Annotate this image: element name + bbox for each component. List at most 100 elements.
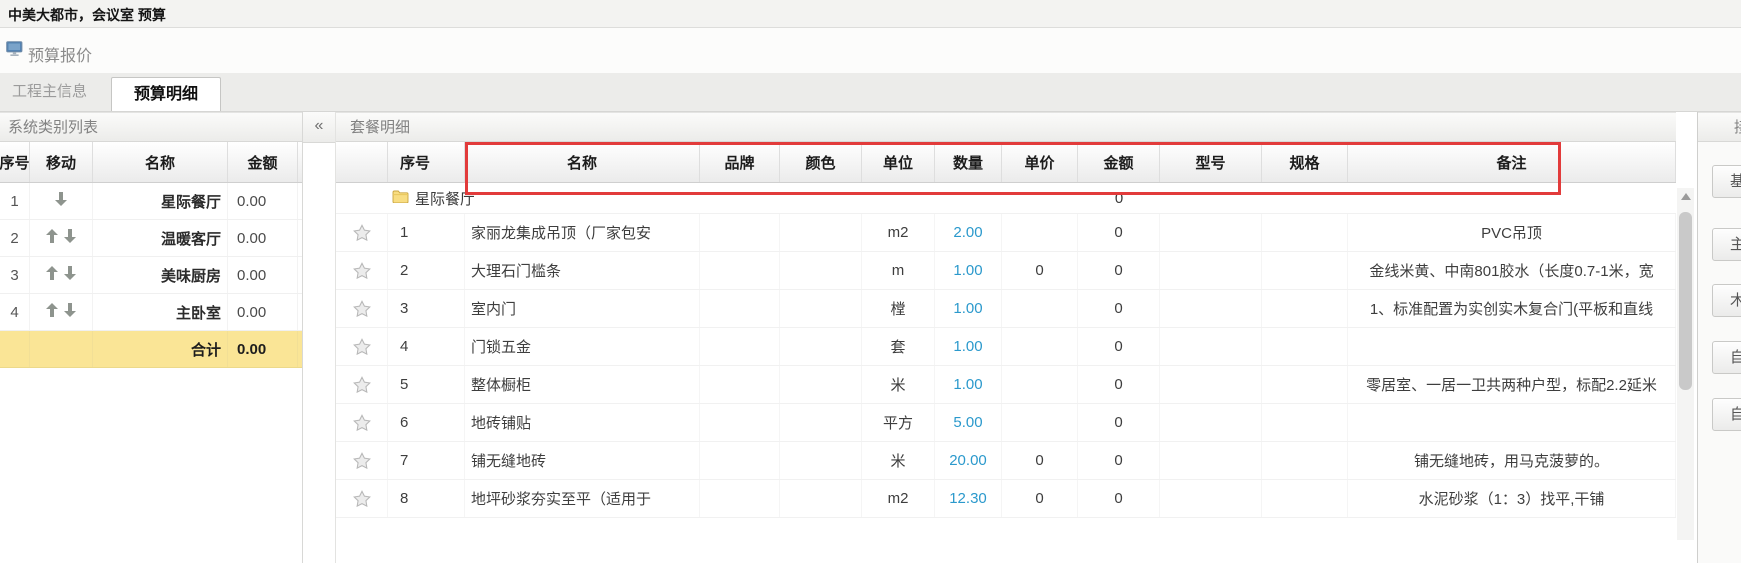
cell-qty: 2.00 [935, 214, 1002, 251]
package-detail-panel: 套餐明细 序号名称品牌颜色单位数量单价金额型号规格备注 星际餐厅 0 1家丽龙集… [336, 112, 1676, 563]
item-row[interactable]: 8地坪砂浆夯实至平（适用于m212.3000水泥砂浆（1：3）找平,干铺 [336, 480, 1676, 518]
tab-inactive[interactable]: 工程主信息 [12, 80, 87, 101]
item-row[interactable]: 4门锁五金套1.000 [336, 328, 1676, 366]
monitor-icon [6, 41, 23, 62]
column-header[interactable]: 单位 [862, 142, 935, 182]
column-header[interactable]: 序号 [388, 142, 465, 182]
favorite-star-icon[interactable] [336, 442, 388, 479]
side-action-button[interactable]: 基 [1712, 165, 1741, 198]
vertical-scrollbar[interactable] [1677, 188, 1694, 540]
column-header[interactable]: 数量 [935, 142, 1002, 182]
cell-spec [1262, 214, 1348, 251]
move-up-icon[interactable] [45, 302, 59, 322]
favorite-star-icon[interactable] [336, 290, 388, 327]
cell-no: 6 [388, 404, 465, 441]
move-buttons[interactable] [30, 183, 93, 219]
cell-model [1160, 328, 1262, 365]
column-header[interactable]: 金额 [1078, 142, 1160, 182]
cell-no: 5 [388, 366, 465, 403]
cell-spec [1262, 328, 1348, 365]
favorite-star-icon[interactable] [336, 328, 388, 365]
side-action-button[interactable]: 自 [1712, 341, 1741, 374]
cell-price [1002, 214, 1078, 251]
cell-color [780, 252, 862, 289]
move-buttons[interactable] [30, 257, 93, 293]
cell-model [1160, 214, 1262, 251]
category-row[interactable]: 3美味厨房0.00 [0, 257, 302, 294]
category-name: 美味厨房 [93, 257, 228, 293]
main-grid-header: 序号名称品牌颜色单位数量单价金额型号规格备注 [336, 142, 1676, 183]
cell-model [1160, 252, 1262, 289]
column-header[interactable]: 移动 [30, 142, 93, 182]
cell-color [780, 442, 862, 479]
cell-model [1160, 290, 1262, 327]
column-header[interactable]: 品牌 [700, 142, 780, 182]
cell-name: 地坪砂浆夯实至平（适用于 [465, 480, 700, 517]
favorite-star-icon[interactable] [336, 480, 388, 517]
cell-amount: 0 [1078, 328, 1160, 365]
cell-model [1160, 480, 1262, 517]
move-down-icon[interactable] [54, 191, 68, 211]
item-row[interactable]: 1家丽龙集成吊顶（厂家包安m22.000PVC吊顶 [336, 214, 1676, 252]
category-row[interactable]: 2温暖客厅0.00 [0, 220, 302, 257]
cell-brand [700, 290, 780, 327]
cell-color [780, 290, 862, 327]
folder-icon [392, 190, 409, 207]
column-header[interactable]: 型号 [1160, 142, 1262, 182]
column-header[interactable]: 备注 [1348, 142, 1676, 182]
column-header[interactable]: 名称 [93, 142, 228, 182]
category-amount: 0.00 [228, 220, 298, 256]
move-up-icon[interactable] [45, 228, 59, 248]
group-row[interactable]: 星际餐厅 0 [336, 183, 1676, 214]
cell-brand [700, 252, 780, 289]
favorite-star-icon[interactable] [336, 214, 388, 251]
cell-spec [1262, 442, 1348, 479]
column-header[interactable]: 规格 [1262, 142, 1348, 182]
scrollbar-thumb[interactable] [1679, 212, 1692, 390]
category-row[interactable]: 1星际餐厅0.00 [0, 183, 302, 220]
move-buttons[interactable] [30, 220, 93, 256]
cell-remark: 水泥砂浆（1：3）找平,干铺 [1348, 480, 1676, 517]
column-header[interactable]: 单价 [1002, 142, 1078, 182]
move-down-icon[interactable] [63, 265, 77, 285]
panel-splitter[interactable]: « [302, 112, 336, 563]
scroll-up-icon[interactable] [1681, 193, 1691, 200]
column-header[interactable]: 序号 [0, 142, 30, 182]
cell-unit: m [862, 252, 935, 289]
cell-price [1002, 328, 1078, 365]
move-down-icon[interactable] [63, 228, 77, 248]
cell-brand [700, 442, 780, 479]
cell-remark: 1、标准配置为实创实木复合门(平板和直线 [1348, 290, 1676, 327]
column-header[interactable]: 颜色 [780, 142, 862, 182]
side-action-button[interactable]: 木 [1712, 284, 1741, 317]
cell-amount: 0 [1078, 366, 1160, 403]
side-action-button[interactable]: 自 [1712, 398, 1741, 431]
side-action-button[interactable]: 主 [1712, 228, 1741, 261]
category-row[interactable]: 4主卧室0.00 [0, 294, 302, 331]
item-row[interactable]: 2大理石门槛条m1.0000金线米黄、中南801胶水（长度0.7-1米，宽 [336, 252, 1676, 290]
column-header[interactable]: 名称 [465, 142, 700, 182]
cell-amount: 0 [1078, 252, 1160, 289]
favorite-star-icon[interactable] [336, 252, 388, 289]
cell-price [1002, 290, 1078, 327]
column-header[interactable]: 金额 [228, 142, 298, 182]
move-down-icon[interactable] [63, 302, 77, 322]
item-row[interactable]: 3室内门樘1.0001、标准配置为实创实木复合门(平板和直线 [336, 290, 1676, 328]
collapse-button[interactable]: « [303, 112, 335, 143]
column-header[interactable] [336, 142, 388, 182]
favorite-star-icon[interactable] [336, 366, 388, 403]
cell-qty: 1.00 [935, 328, 1002, 365]
cell-unit: m2 [862, 214, 935, 251]
move-buttons[interactable] [30, 294, 93, 330]
favorite-star-icon[interactable] [336, 404, 388, 441]
cell-color [780, 480, 862, 517]
move-up-icon[interactable] [45, 265, 59, 285]
tab-active[interactable]: 预算明细 [111, 77, 221, 111]
cell-price: 0 [1002, 252, 1078, 289]
item-row[interactable]: 7铺无缝地砖米20.0000铺无缝地砖，用马克菠萝的。 [336, 442, 1676, 480]
cell-brand [700, 404, 780, 441]
item-row[interactable]: 6地砖铺贴平方5.000 [336, 404, 1676, 442]
item-row[interactable]: 5整体橱柜米1.000零居室、一居一卫共两种户型，标配2.2延米 [336, 366, 1676, 404]
right-action-panel: 接 基主木自自 [1697, 112, 1741, 563]
category-amount: 0.00 [228, 183, 298, 219]
